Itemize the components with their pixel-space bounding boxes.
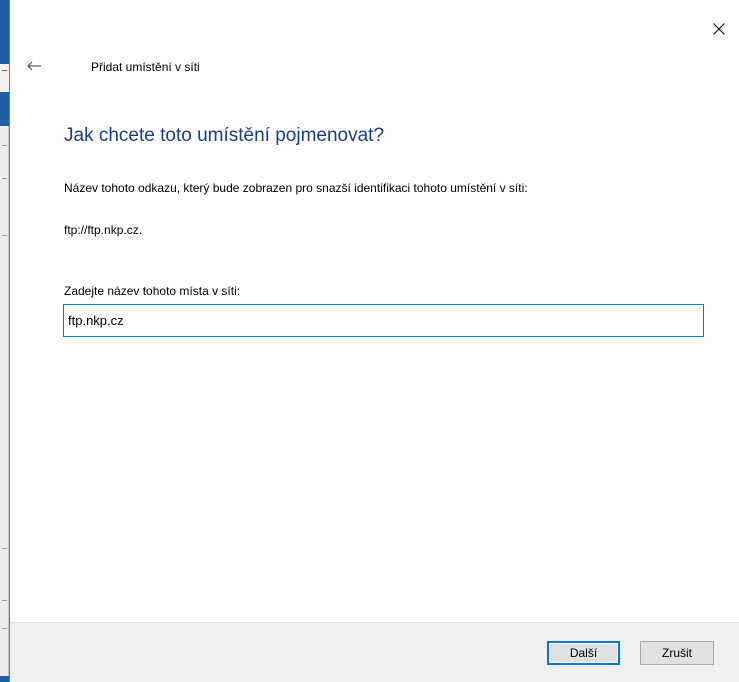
close-button[interactable] (699, 14, 739, 44)
dialog-footer: Další Zrušit (10, 622, 739, 682)
back-button[interactable] (24, 56, 44, 76)
back-arrow-icon (27, 61, 41, 71)
network-address: ftp://ftp.nkp.cz. (64, 223, 143, 237)
page-heading: Jak chcete toto umístění pojmenovat? (64, 125, 385, 146)
name-field-label: Zadejte název tohoto místa v síti: (64, 284, 241, 298)
description-text: Název tohoto odkazu, který bude zobrazen… (64, 181, 528, 195)
next-button[interactable]: Další (547, 641, 620, 665)
close-icon (713, 23, 725, 35)
background-window-edge (0, 0, 9, 682)
add-network-location-dialog: Přidat umístění v síti Jak chcete toto u… (9, 0, 739, 682)
cancel-button[interactable]: Zrušit (640, 641, 714, 665)
location-name-input[interactable] (63, 304, 704, 337)
window-title: Přidat umístění v síti (91, 60, 200, 74)
screen: Přidat umístění v síti Jak chcete toto u… (0, 0, 739, 682)
